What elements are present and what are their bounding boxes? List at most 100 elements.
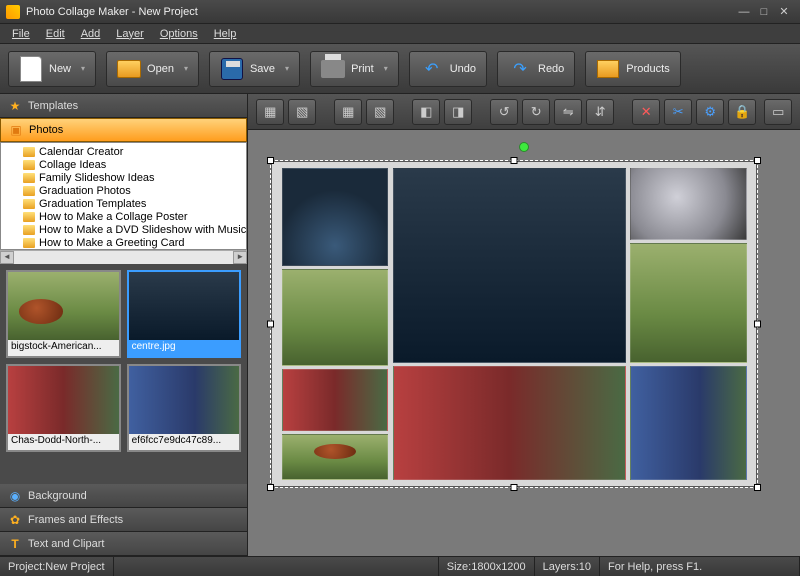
menu-file[interactable]: File — [4, 26, 38, 42]
delete-button[interactable]: ✕ — [632, 99, 660, 125]
tree-item-label: Collage Ideas — [39, 159, 106, 171]
status-project: Project:New Project — [0, 557, 114, 576]
folder-tree[interactable]: Calendar CreatorCollage IdeasFamily Slid… — [0, 142, 247, 250]
thumbnail-image — [8, 366, 119, 434]
resize-handle-e[interactable] — [754, 321, 761, 328]
text-icon: T — [8, 537, 22, 551]
resize-handle-ne[interactable] — [754, 157, 761, 164]
tree-item[interactable]: Graduation Photos — [23, 184, 246, 197]
tree-scrollbar[interactable]: ◄ ► — [0, 250, 247, 264]
status-size: Size:1800x1200 — [439, 557, 535, 576]
panel-frames[interactable]: ✿ Frames and Effects — [0, 508, 247, 532]
panel-photos[interactable]: ▣ Photos — [0, 118, 247, 142]
folder-icon — [23, 199, 35, 209]
rotate-left-button[interactable]: ↺ — [490, 99, 518, 125]
resize-handle-w[interactable] — [267, 321, 274, 328]
minimize-button[interactable]: — — [734, 6, 754, 18]
tree-item-label: Graduation Photos — [39, 185, 131, 197]
redo-button[interactable]: ↶Redo — [497, 51, 575, 87]
flip-vertical-button[interactable]: ⇵ — [586, 99, 614, 125]
folder-icon — [23, 186, 35, 196]
redo-icon: ↶ — [508, 57, 532, 81]
tree-item[interactable]: Calendar Creator — [23, 145, 246, 158]
thumbnail-label: bigstock-American... — [8, 340, 119, 356]
menu-options[interactable]: Options — [152, 26, 206, 42]
star-icon: ★ — [8, 99, 22, 113]
scroll-left-icon[interactable]: ◄ — [0, 251, 14, 264]
statusbar: Project:New Project Size:1800x1200 Layer… — [0, 556, 800, 576]
thumbnail-item[interactable]: centre.jpg — [127, 270, 242, 358]
photo-icon: ▣ — [9, 123, 23, 137]
new-button[interactable]: New▾ — [8, 51, 96, 87]
print-button[interactable]: Print▾ — [310, 51, 399, 87]
status-help: For Help, press F1. — [600, 557, 800, 576]
resize-handle-s[interactable] — [511, 484, 518, 491]
folder-icon — [23, 173, 35, 183]
menubar: File Edit Add Layer Options Help — [0, 24, 800, 44]
align-left-button[interactable]: ◧ — [412, 99, 440, 125]
thumbnail-grid: bigstock-American... centre.jpg Chas-Dod… — [0, 264, 247, 484]
tree-item[interactable]: How to Make a DVD Slideshow with Music — [23, 223, 246, 236]
flip-horizontal-button[interactable]: ⇋ — [554, 99, 582, 125]
frames-icon: ✿ — [8, 513, 22, 527]
folder-icon — [23, 147, 35, 157]
menu-add[interactable]: Add — [73, 26, 109, 42]
resize-handle-sw[interactable] — [267, 484, 274, 491]
new-icon — [19, 57, 43, 81]
menu-help[interactable]: Help — [206, 26, 245, 42]
rotate-handle[interactable] — [519, 142, 529, 152]
thumbnail-image — [129, 366, 240, 434]
panel-text[interactable]: T Text and Clipart — [0, 532, 247, 556]
products-button[interactable]: Products — [585, 51, 680, 87]
canvas-toolbar: ▦ ▧ ▦ ▧ ◧ ◨ ↺ ↻ ⇋ ⇵ ✕ ✂ ⚙ 🔒 ▭ — [248, 94, 800, 130]
chevron-down-icon: ▾ — [384, 64, 388, 73]
page-view-button[interactable]: ▭ — [764, 99, 792, 125]
chevron-down-icon: ▾ — [184, 64, 188, 73]
send-to-back-button[interactable]: ▧ — [366, 99, 394, 125]
tree-item-label: How to Make a Collage Poster — [39, 211, 188, 223]
scroll-right-icon[interactable]: ► — [233, 251, 247, 264]
resize-handle-nw[interactable] — [267, 157, 274, 164]
panel-templates[interactable]: ★ Templates — [0, 94, 247, 118]
settings-button[interactable]: ⚙ — [696, 99, 724, 125]
panel-background[interactable]: ◉ Background — [0, 484, 247, 508]
menu-layer[interactable]: Layer — [108, 26, 152, 42]
folder-icon — [23, 160, 35, 170]
thumbnail-item[interactable]: ef6fcc7e9dc47c89... — [127, 364, 242, 452]
resize-handle-n[interactable] — [511, 157, 518, 164]
tree-item-label: Calendar Creator — [39, 146, 123, 158]
window-title: Photo Collage Maker - New Project — [26, 6, 734, 18]
canvas-viewport[interactable] — [248, 130, 800, 556]
tree-item[interactable]: Graduation Templates — [23, 197, 246, 210]
rotate-right-button[interactable]: ↻ — [522, 99, 550, 125]
folder-icon — [23, 212, 35, 222]
save-button[interactable]: Save▾ — [209, 51, 300, 87]
undo-button[interactable]: ↶Undo — [409, 51, 487, 87]
maximize-button[interactable]: □ — [754, 6, 774, 18]
align-right-button[interactable]: ◨ — [444, 99, 472, 125]
bring-to-front-button[interactable]: ▦ — [334, 99, 362, 125]
open-icon — [117, 57, 141, 81]
tree-item[interactable]: Collage Ideas — [23, 158, 246, 171]
crop-button[interactable]: ✂ — [664, 99, 692, 125]
tree-item[interactable]: How to Make a Greeting Card — [23, 236, 246, 249]
folder-icon — [23, 238, 35, 248]
thumbnail-item[interactable]: Chas-Dodd-North-... — [6, 364, 121, 452]
open-button[interactable]: Open▾ — [106, 51, 199, 87]
tree-item[interactable]: Family Slideshow Ideas — [23, 171, 246, 184]
box-icon — [596, 57, 620, 81]
menu-edit[interactable]: Edit — [38, 26, 73, 42]
lock-button[interactable]: 🔒 — [728, 99, 756, 125]
globe-icon: ◉ — [8, 489, 22, 503]
thumbnail-item[interactable]: bigstock-American... — [6, 270, 121, 358]
tree-item[interactable]: How to Make a Collage Poster — [23, 210, 246, 223]
canvas-area: ▦ ▧ ▦ ▧ ◧ ◨ ↺ ↻ ⇋ ⇵ ✕ ✂ ⚙ 🔒 ▭ — [248, 94, 800, 556]
resize-handle-se[interactable] — [754, 484, 761, 491]
status-layers: Layers:10 — [535, 557, 600, 576]
close-button[interactable]: ✕ — [774, 5, 794, 18]
send-backward-button[interactable]: ▧ — [288, 99, 316, 125]
sidebar: ★ Templates ▣ Photos Calendar CreatorCol… — [0, 94, 248, 556]
save-icon — [220, 57, 244, 81]
bring-forward-button[interactable]: ▦ — [256, 99, 284, 125]
chevron-down-icon: ▾ — [81, 64, 85, 73]
